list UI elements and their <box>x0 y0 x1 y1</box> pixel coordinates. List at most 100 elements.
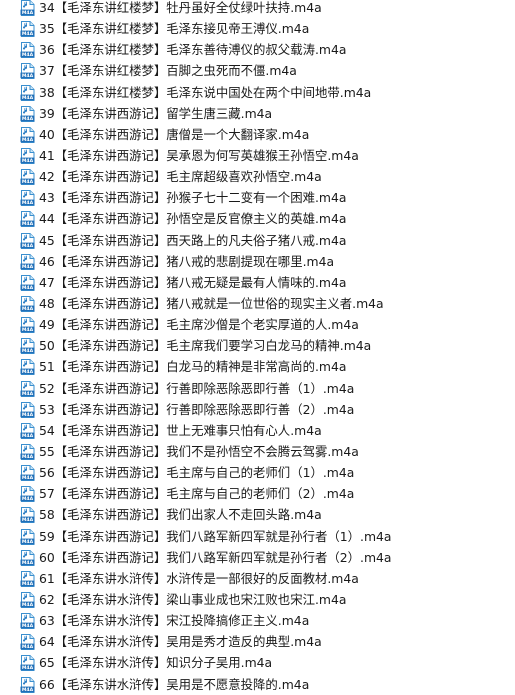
file-name: 59【毛泽东讲西游记】我们八路军新四军就是孙行者（1）.m4a <box>39 528 392 544</box>
m4a-audio-file-icon: M4A <box>20 295 35 312</box>
file-name: 61【毛泽东讲水浒传】水浒传是一部很好的反面教材.m4a <box>39 570 359 586</box>
file-type-label: M4A <box>22 539 34 545</box>
m4a-audio-file-icon: M4A <box>20 507 35 524</box>
file-item[interactable]: M4A 55【毛泽东讲西游记】我们不是孙悟空不会腾云驾雾.m4a <box>0 441 515 462</box>
file-item[interactable]: M4A 63【毛泽东讲水浒传】宋江投降搞修正主义.m4a <box>0 610 515 631</box>
file-name: 39【毛泽东讲西游记】留学生唐三藏.m4a <box>39 105 273 121</box>
file-type-label: M4A <box>22 496 34 502</box>
m4a-audio-file-icon: M4A <box>20 676 35 693</box>
m4a-audio-file-icon: M4A <box>20 274 35 291</box>
file-item[interactable]: M4A 42【毛泽东讲西游记】毛主席超级喜欢孙悟空.m4a <box>0 166 515 187</box>
file-type-label: M4A <box>22 370 34 376</box>
file-type-label: M4A <box>22 666 34 672</box>
file-type-label: M4A <box>22 52 34 58</box>
file-name: 36【毛泽东讲红楼梦】毛泽东善待溥仪的叔父载涛.m4a <box>39 42 347 58</box>
file-type-label: M4A <box>22 433 34 439</box>
file-item[interactable]: M4A 36【毛泽东讲红楼梦】毛泽东善待溥仪的叔父载涛.m4a <box>0 39 515 60</box>
file-name: 45【毛泽东讲西游记】西天路上的凡夫俗子猪八戒.m4a <box>39 232 347 248</box>
file-item[interactable]: M4A 59【毛泽东讲西游记】我们八路军新四军就是孙行者（1）.m4a <box>0 526 515 547</box>
m4a-audio-file-icon: M4A <box>20 0 35 16</box>
file-name: 34【毛泽东讲红楼梦】牡丹虽好全仗绿叶扶持.m4a <box>39 0 322 15</box>
file-type-label: M4A <box>22 327 34 333</box>
file-item[interactable]: M4A 45【毛泽东讲西游记】西天路上的凡夫俗子猪八戒.m4a <box>0 230 515 251</box>
file-type-label: M4A <box>22 581 34 587</box>
m4a-audio-file-icon: M4A <box>20 486 35 503</box>
m4a-audio-file-icon: M4A <box>20 190 35 207</box>
file-name: 65【毛泽东讲水浒传】知识分子吴用.m4a <box>39 655 273 671</box>
file-type-label: M4A <box>22 243 34 249</box>
file-name: 56【毛泽东讲西游记】毛主席与自己的老师们（1）.m4a <box>39 465 355 481</box>
file-name: 42【毛泽东讲西游记】毛主席超级喜欢孙悟空.m4a <box>39 169 322 185</box>
file-name: 50【毛泽东讲西游记】毛主席我们要学习白龙马的精神.m4a <box>39 338 372 354</box>
m4a-audio-file-icon: M4A <box>20 147 35 164</box>
file-item[interactable]: M4A 41【毛泽东讲西游记】吴承恩为何写英雄猴王孙悟空.m4a <box>0 145 515 166</box>
file-type-label: M4A <box>22 623 34 629</box>
m4a-audio-file-icon: M4A <box>20 232 35 249</box>
file-type-label: M4A <box>22 475 34 481</box>
file-item[interactable]: M4A 54【毛泽东讲西游记】世上无难事只怕有心人.m4a <box>0 420 515 441</box>
file-type-label: M4A <box>22 10 34 16</box>
file-item[interactable]: M4A 47【毛泽东讲西游记】猪八戒无疑是最有人情味的.m4a <box>0 272 515 293</box>
m4a-audio-file-icon: M4A <box>20 443 35 460</box>
m4a-audio-file-icon: M4A <box>20 42 35 59</box>
file-item[interactable]: M4A 49【毛泽东讲西游记】毛主席沙僧是个老实厚道的人.m4a <box>0 314 515 335</box>
file-item[interactable]: M4A 43【毛泽东讲西游记】孙猴子七十二变有一个困难.m4a <box>0 187 515 208</box>
file-name: 46【毛泽东讲西游记】猪八戒的悲剧提现在哪里.m4a <box>39 253 335 269</box>
file-type-label: M4A <box>22 179 34 185</box>
file-item[interactable]: M4A 64【毛泽东讲水浒传】吴用是秀才造反的典型.m4a <box>0 631 515 652</box>
m4a-audio-file-icon: M4A <box>20 655 35 672</box>
file-name: 63【毛泽东讲水浒传】宋江投降搞修正主义.m4a <box>39 613 310 629</box>
m4a-audio-file-icon: M4A <box>20 422 35 439</box>
file-item[interactable]: M4A 66【毛泽东讲水浒传】吴用是不愿意投降的.m4a <box>0 674 515 695</box>
file-item[interactable]: M4A 53【毛泽东讲西游记】行善即除恶除恶即行善（2）.m4a <box>0 399 515 420</box>
file-type-label: M4A <box>22 560 34 566</box>
m4a-audio-file-icon: M4A <box>20 338 35 355</box>
m4a-audio-file-icon: M4A <box>20 169 35 186</box>
file-type-label: M4A <box>22 264 34 270</box>
m4a-audio-file-icon: M4A <box>20 21 35 38</box>
file-item[interactable]: M4A 44【毛泽东讲西游记】孙悟空是反官僚主义的英雄.m4a <box>0 208 515 229</box>
file-item[interactable]: M4A 60【毛泽东讲西游记】我们八路军新四军就是孙行者（2）.m4a <box>0 547 515 568</box>
file-type-label: M4A <box>22 137 34 143</box>
m4a-audio-file-icon: M4A <box>20 211 35 228</box>
file-item[interactable]: M4A 40【毛泽东讲西游记】唐僧是一个大翻译家.m4a <box>0 124 515 145</box>
file-item[interactable]: M4A 35【毛泽东讲红楼梦】毛泽东接见帝王溥仪.m4a <box>0 18 515 39</box>
file-item[interactable]: M4A 57【毛泽东讲西游记】毛主席与自己的老师们（2）.m4a <box>0 483 515 504</box>
file-name: 49【毛泽东讲西游记】毛主席沙僧是个老实厚道的人.m4a <box>39 317 359 333</box>
file-item[interactable]: M4A 65【毛泽东讲水浒传】知识分子吴用.m4a <box>0 652 515 673</box>
file-type-label: M4A <box>22 285 34 291</box>
file-item[interactable]: M4A 34【毛泽东讲红楼梦】牡丹虽好全仗绿叶扶持.m4a <box>0 0 515 18</box>
file-item[interactable]: M4A 48【毛泽东讲西游记】猪八戒就是一位世俗的现实主义者.m4a <box>0 293 515 314</box>
file-type-label: M4A <box>22 412 34 418</box>
file-item[interactable]: M4A 51【毛泽东讲西游记】白龙马的精神是非常高尚的.m4a <box>0 356 515 377</box>
file-name: 43【毛泽东讲西游记】孙猴子七十二变有一个困难.m4a <box>39 190 347 206</box>
m4a-audio-file-icon: M4A <box>20 380 35 397</box>
file-list: M4A 34【毛泽东讲红楼梦】牡丹虽好全仗绿叶扶持.m4a M4A 35【毛泽东讲红楼… <box>0 0 515 695</box>
file-name: 37【毛泽东讲红楼梦】百脚之虫死而不僵.m4a <box>39 63 297 79</box>
file-item[interactable]: M4A 62【毛泽东讲水浒传】梁山事业成也宋江败也宋江.m4a <box>0 589 515 610</box>
file-item[interactable]: M4A 58【毛泽东讲西游记】我们出家人不走回头路.m4a <box>0 504 515 525</box>
file-type-label: M4A <box>22 644 34 650</box>
file-type-label: M4A <box>22 158 34 164</box>
m4a-audio-file-icon: M4A <box>20 401 35 418</box>
file-item[interactable]: M4A 56【毛泽东讲西游记】毛主席与自己的老师们（1）.m4a <box>0 462 515 483</box>
file-type-label: M4A <box>22 348 34 354</box>
file-item[interactable]: M4A 52【毛泽东讲西游记】行善即除恶除恶即行善（1）.m4a <box>0 378 515 399</box>
file-type-label: M4A <box>22 200 34 206</box>
file-item[interactable]: M4A 50【毛泽东讲西游记】毛主席我们要学习白龙马的精神.m4a <box>0 335 515 356</box>
file-item[interactable]: M4A 38【毛泽东讲红楼梦】毛泽东说中国处在两个中间地带.m4a <box>0 82 515 103</box>
file-name: 47【毛泽东讲西游记】猪八戒无疑是最有人情味的.m4a <box>39 274 347 290</box>
file-item[interactable]: M4A 39【毛泽东讲西游记】留学生唐三藏.m4a <box>0 103 515 124</box>
file-item[interactable]: M4A 37【毛泽东讲红楼梦】百脚之虫死而不僵.m4a <box>0 60 515 81</box>
file-item[interactable]: M4A 61【毛泽东讲水浒传】水浒传是一部很好的反面教材.m4a <box>0 568 515 589</box>
file-name: 54【毛泽东讲西游记】世上无难事只怕有心人.m4a <box>39 422 322 438</box>
file-type-label: M4A <box>22 31 34 37</box>
m4a-audio-file-icon: M4A <box>20 105 35 122</box>
file-type-label: M4A <box>22 518 34 524</box>
file-name: 52【毛泽东讲西游记】行善即除恶除恶即行善（1）.m4a <box>39 380 355 396</box>
m4a-audio-file-icon: M4A <box>20 613 35 630</box>
file-item[interactable]: M4A 46【毛泽东讲西游记】猪八戒的悲剧提现在哪里.m4a <box>0 251 515 272</box>
m4a-audio-file-icon: M4A <box>20 591 35 608</box>
file-name: 57【毛泽东讲西游记】毛主席与自己的老师们（2）.m4a <box>39 486 355 502</box>
file-name: 58【毛泽东讲西游记】我们出家人不走回头路.m4a <box>39 507 322 523</box>
